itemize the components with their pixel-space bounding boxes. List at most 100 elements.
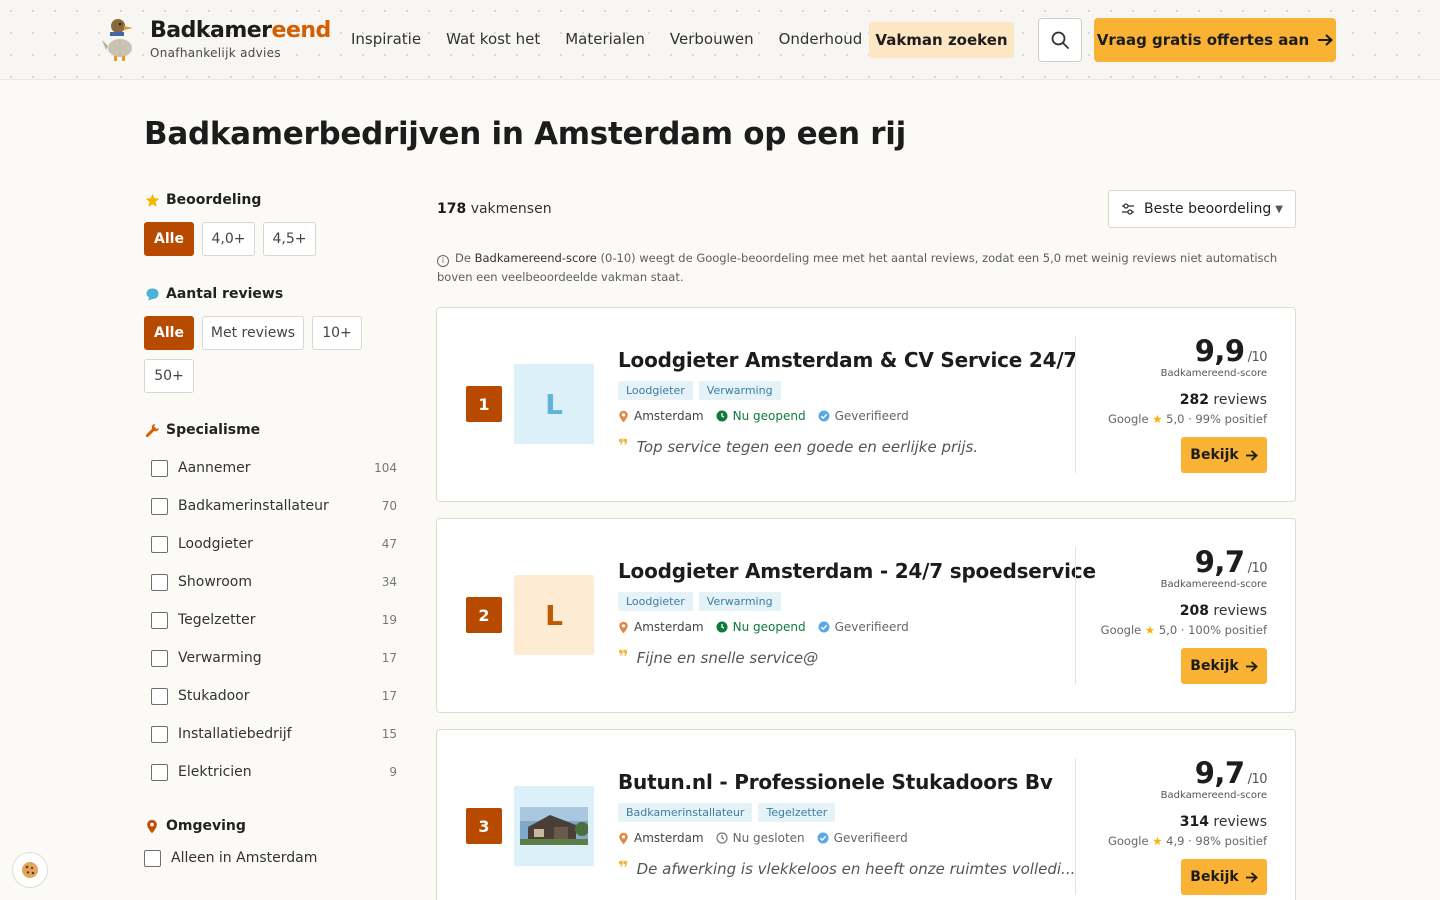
rating-filter-label: Beoordeling [166, 192, 262, 208]
specialism-option[interactable]: Showroom 34 [151, 572, 397, 592]
offertes-label: Vraag gratis offertes aan [1096, 31, 1310, 49]
quote-icon: ❞ [618, 647, 629, 668]
tag: Verwarming [698, 592, 781, 611]
specialism-name: Stukadoor [178, 688, 250, 704]
score-label: Badkamereend-score [1160, 579, 1267, 590]
company-meta: Amsterdam Nu geopend Geverifieerd [618, 620, 921, 634]
specialism-count: 17 [381, 689, 397, 703]
specialism-name: Aannemer [178, 460, 251, 476]
chevron-down-icon: ▼ [1275, 203, 1283, 215]
search-icon [1051, 31, 1069, 49]
verified-badge: Geverifieerd [817, 831, 908, 845]
specialism-option[interactable]: Verwarming 17 [151, 648, 397, 668]
company-name[interactable]: Butun.nl - Professionele Stukadoors Bv [618, 770, 1053, 794]
nav-onderhoud[interactable]: Onderhoud [779, 30, 863, 48]
score-info-note: i De Badkamereend-score (0-10) weegt de G… [437, 251, 1278, 284]
score-label: Badkamereend-score [1160, 368, 1267, 379]
company-avatar: L [514, 575, 594, 655]
review-quote: ❞ Top service tegen een goede en eerlijke… [618, 436, 979, 457]
nav-verbouwen[interactable]: Verbouwen [670, 30, 754, 48]
reviews-filter-heading: Aantal reviews [144, 286, 283, 302]
verified-check-icon [817, 832, 829, 844]
reviews-option-alle[interactable]: Alle [144, 316, 194, 350]
view-button[interactable]: Bekijk [1181, 648, 1267, 684]
result-card[interactable]: 3 Butun.nl - Professionele Stukadoors Bv… [436, 729, 1296, 900]
main-nav: Inspiratie Wat kost het Materialen Verbo… [351, 30, 887, 48]
rating-option-4-5[interactable]: 4,5+ [263, 222, 316, 256]
nav-materialen[interactable]: Materialen [565, 30, 645, 48]
company-avatar: L [514, 364, 594, 444]
checkbox[interactable] [151, 725, 168, 743]
score-value: 9,9/10 [1194, 334, 1268, 368]
specialism-count: 15 [381, 727, 397, 741]
search-button[interactable] [1038, 18, 1082, 62]
view-button[interactable]: Bekijk [1181, 859, 1267, 895]
wrench-icon [144, 422, 160, 438]
checkbox[interactable] [151, 535, 168, 553]
score-value: 9,7/10 [1194, 545, 1268, 579]
checkbox[interactable] [151, 763, 168, 781]
specialism-option[interactable]: Badkamerinstallateur 70 [151, 496, 397, 516]
review-quote: ❞ De afwerking is vlekkeloos en heeft onz… [618, 858, 1076, 879]
logo-tagline: Onafhankelijk advies [150, 46, 281, 60]
verified-badge: Geverifieerd [818, 620, 909, 634]
checkbox[interactable] [151, 573, 168, 591]
google-rating: Google ★ 5,0 · 100% positief [1100, 623, 1267, 637]
rating-option-alle[interactable]: Alle [144, 222, 194, 256]
company-photo-image [520, 807, 588, 845]
score-panel: 9,7/10 Badkamereend-score 314 reviews Go… [1108, 756, 1268, 848]
area-filter-label: Omgeving [166, 818, 246, 834]
verified-check-icon [818, 621, 830, 633]
company-name[interactable]: Loodgieter Amsterdam & CV Service 24/7 [618, 348, 1077, 372]
result-card[interactable]: 2 L Loodgieter Amsterdam - 24/7 spoedser… [436, 518, 1296, 713]
chat-bubble-icon [144, 286, 160, 302]
location-pin-icon [144, 818, 160, 834]
tag: Loodgieter [618, 592, 693, 611]
view-button[interactable]: Bekijk [1181, 437, 1267, 473]
specialism-option[interactable]: Stukadoor 17 [151, 686, 397, 706]
clock-icon [716, 832, 728, 844]
cookie-icon [22, 862, 38, 878]
offertes-aanvragen-button[interactable]: Vraag gratis offertes aan [1094, 18, 1336, 62]
rating-option-4-0[interactable]: 4,0+ [202, 222, 255, 256]
logo-name: Badkamereend [150, 18, 331, 43]
specialism-option[interactable]: Installatiebedrijf 15 [151, 724, 397, 744]
company-meta: Amsterdam Nu gesloten Geverifieerd [618, 831, 920, 845]
specialism-name: Badkamerinstallateur [178, 498, 329, 514]
reviews-option-met-reviews[interactable]: Met reviews [202, 316, 304, 350]
logo[interactable]: Badkamereend Onafhankelijk advies [100, 12, 331, 62]
area-option-amsterdam[interactable]: Alleen in Amsterdam [144, 848, 390, 868]
specialism-count: 34 [381, 575, 397, 589]
info-icon: i [437, 255, 449, 267]
specialism-option[interactable]: Tegelzetter 19 [151, 610, 397, 630]
specialism-option[interactable]: Loodgieter 47 [151, 534, 397, 554]
sort-value: Beste beoordeling [1144, 201, 1272, 217]
checkbox[interactable] [151, 459, 168, 477]
specialism-count: 47 [381, 537, 397, 551]
specialism-name: Showroom [178, 574, 252, 590]
checkbox[interactable] [151, 649, 168, 667]
reviews-option-10plus[interactable]: 10+ [312, 316, 362, 350]
company-name[interactable]: Loodgieter Amsterdam - 24/7 spoedservice [618, 559, 1096, 583]
area-option-label: Alleen in Amsterdam [171, 850, 318, 866]
checkbox[interactable] [151, 687, 168, 705]
reviews-option-50plus[interactable]: 50+ [144, 359, 194, 393]
review-quote: ❞ Fijne en snelle service@ [618, 647, 819, 668]
site-header: Badkamereend Onafhankelijk advies Inspir… [0, 0, 1440, 80]
nav-wat-kost-het[interactable]: Wat kost het [446, 30, 540, 48]
specialism-name: Tegelzetter [178, 612, 256, 628]
opening-status: Nu geopend [716, 409, 806, 423]
specialism-option[interactable]: Elektricien 9 [151, 762, 397, 782]
nav-inspiratie[interactable]: Inspiratie [351, 30, 421, 48]
checkbox[interactable] [144, 849, 161, 867]
checkbox[interactable] [151, 611, 168, 629]
score-panel: 9,9/10 Badkamereend-score 282 reviews Go… [1108, 334, 1268, 426]
specialism-option[interactable]: Aannemer 104 [151, 458, 397, 478]
cookie-settings-button[interactable] [12, 852, 48, 888]
star-icon: ★ [1152, 834, 1163, 848]
result-card[interactable]: 1 L Loodgieter Amsterdam & CV Service 24… [436, 307, 1296, 502]
vakman-zoeken-button[interactable]: Vakman zoeken [869, 22, 1014, 58]
checkbox[interactable] [151, 497, 168, 515]
sort-select[interactable]: Beste beoordeling ▼ [1108, 190, 1296, 228]
star-icon: ★ [1152, 412, 1163, 426]
